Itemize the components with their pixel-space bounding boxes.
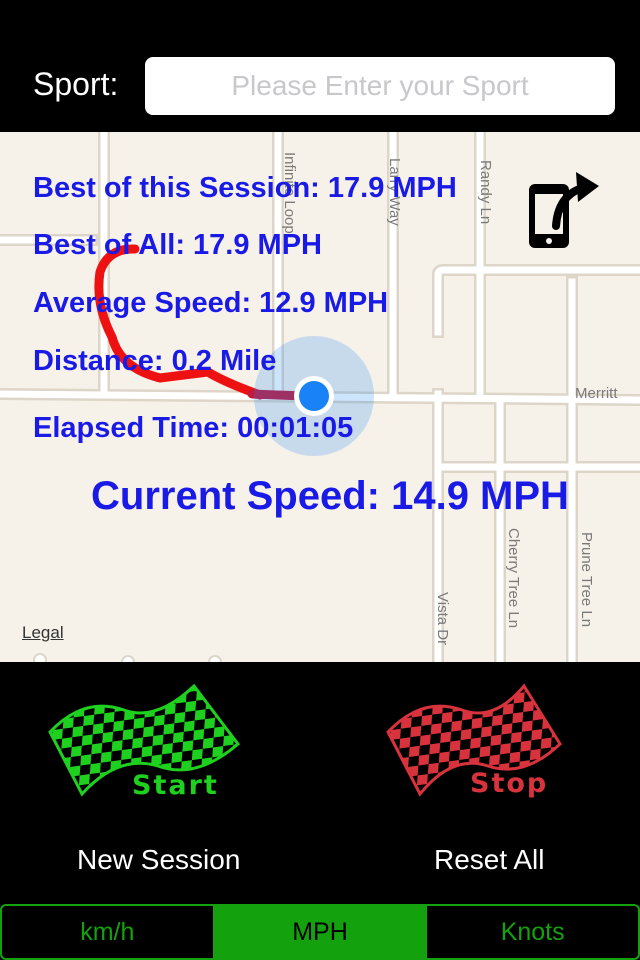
location-dot — [299, 381, 329, 411]
best-session-stat: Best of this Session: 17.9 MPH — [33, 172, 457, 204]
start-flag-label: Start — [132, 770, 219, 801]
stop-flag-button[interactable]: Stop — [384, 682, 584, 802]
stop-flag-label: Stop — [470, 768, 548, 799]
elapsed-time-stat: Elapsed Time: 00:01:05 — [33, 412, 354, 444]
reset-all-button[interactable]: Reset All — [434, 844, 545, 876]
unit-mph-segment[interactable]: MPH — [214, 904, 428, 960]
unit-kmh-segment[interactable]: km/h — [0, 904, 215, 960]
unit-segmented-control: km/h MPH Knots — [0, 904, 640, 960]
start-flag-button[interactable]: Start — [46, 682, 266, 802]
average-speed-stat: Average Speed: 12.9 MPH — [33, 287, 389, 319]
sport-input[interactable] — [145, 57, 615, 115]
share-phone-icon[interactable] — [524, 164, 602, 254]
distance-stat: Distance: 0.2 Mile — [33, 345, 277, 377]
current-speed-stat: Current Speed: 14.9 MPH — [91, 474, 569, 518]
new-session-button[interactable]: New Session — [77, 844, 240, 876]
top-bar: Sport: — [0, 0, 640, 132]
unit-knots-segment[interactable]: Knots — [427, 904, 640, 960]
best-all-stat: Best of All: 17.9 MPH — [33, 229, 322, 261]
legal-link[interactable]: Legal — [22, 623, 64, 643]
sport-label: Sport: — [33, 66, 119, 102]
